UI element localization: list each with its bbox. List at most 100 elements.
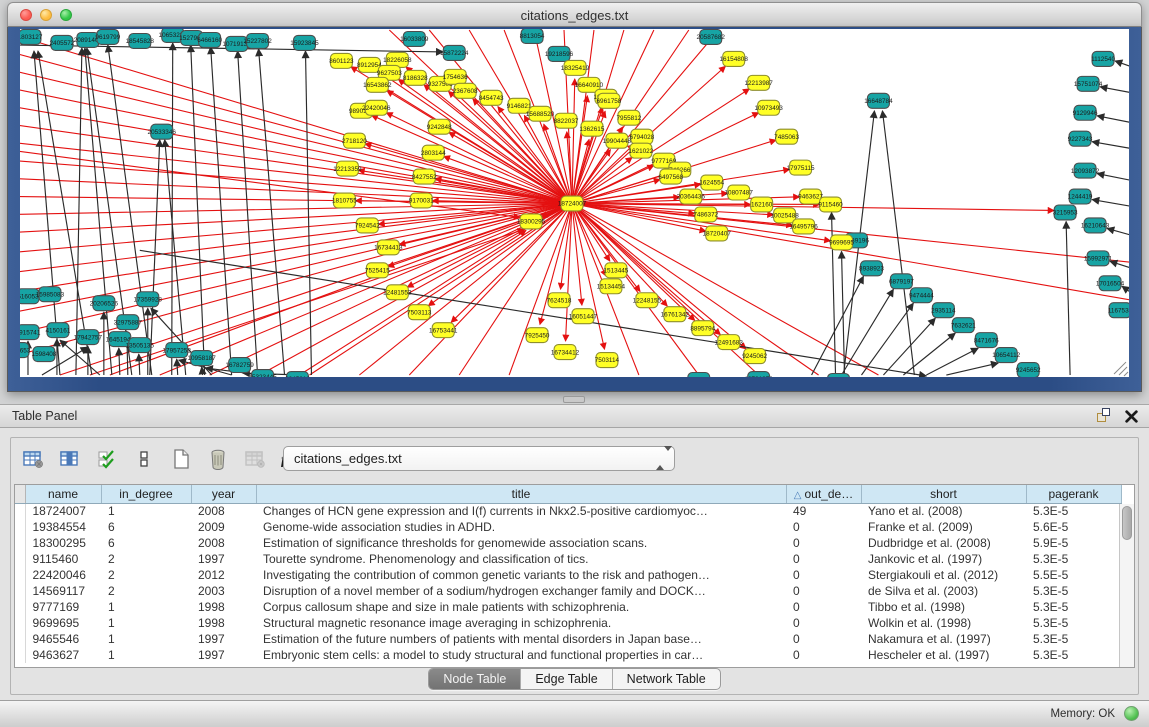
table-row[interactable]: 1456911722003Disruption of a novel membe… [15,583,1121,599]
table-tabs: Node TableEdge TableNetwork Table [428,668,720,690]
graph-edge [1115,61,1129,67]
table-cell: Hescheler et al. (1997) [861,647,1026,663]
network-table-selector[interactable]: citations_edges.txt [283,446,675,471]
table-settings-button[interactable] [19,445,47,473]
graph-edge [85,48,112,375]
table-row[interactable]: 969969511998Structural magnetic resonanc… [15,615,1121,631]
graph-node-label: 6879197 [889,278,914,285]
table-cell: Disruption of a novel member of a sodium… [256,583,786,599]
graph-node-label: 15985083 [36,291,65,298]
tab-network-table[interactable]: Network Table [613,669,720,689]
select-rows-button[interactable] [93,445,121,473]
tab-edge-table[interactable]: Edge Table [521,669,612,689]
column-header-name[interactable]: name [25,485,101,503]
column-header-year[interactable]: year [191,485,256,503]
column-header-pagerank[interactable]: pagerank [1026,485,1121,503]
float-panel-icon[interactable] [1096,408,1112,424]
graph-node-label: 162160 [751,202,773,209]
graph-node-label: 12481553 [383,289,412,296]
show-columns-button[interactable] [56,445,84,473]
column-header-short[interactable]: short [861,485,1026,503]
table-panel-group: f(x) citations_edges.txt namein_degreeye… [10,437,1139,695]
graph-node-label: 1810755 [332,198,357,205]
column-header-title[interactable]: title [256,485,786,503]
graph-edge [60,340,100,375]
table-cell: 9777169 [25,599,101,615]
graph-node-label: 20206526 [90,300,119,307]
graph-node-label: 9170031 [409,198,434,205]
graph-edge [1097,116,1129,123]
table-cell: Estimation of significance thresholds fo… [256,535,786,551]
graph-node-label: 1112540 [1091,56,1115,63]
table-vertical-scrollbar[interactable] [1119,504,1134,667]
graph-node-label: 2051653 [20,347,31,354]
table-row[interactable]: 1872400712008Changes of HCN gene express… [15,503,1121,519]
graph-node[interactable] [828,374,850,377]
table-row[interactable]: 2242004622012Investigating the contribut… [15,567,1121,583]
graph-edge [119,348,120,375]
graph-node-label: 1803127 [20,34,43,41]
table-row[interactable]: 946554611997Estimation of the future num… [15,631,1121,647]
graph-node-label: 1362615 [580,126,605,133]
graph-node-label: 18545828 [126,38,155,45]
memory-ok-indicator [1124,706,1139,721]
table-cell: 0 [786,551,861,567]
table-cell: 0 [786,599,861,615]
table-row[interactable]: 1830029562008Estimation of significance … [15,535,1121,551]
table-cell: 1 [101,599,191,615]
table-cell: 6 [101,519,191,535]
graph-node-label: 7955812 [616,115,641,122]
panel-resize-grip[interactable] [563,396,585,403]
graph-node-label: 12213359 [333,166,362,173]
graph-node-label: 2367608 [453,88,478,95]
graph-edge [20,89,572,204]
graph-node-label: 6794028 [629,134,654,141]
row-gutter-cell [15,631,25,647]
table-cell: 5.3E-5 [1026,551,1121,567]
graph-node-label: 7503114 [595,357,620,364]
graph-node-label: 1244419 [1068,194,1093,201]
graph-node-label: 16761342 [661,311,690,318]
table-cell: Dudbridge et al. (2008) [861,535,1026,551]
graph-node-label: 22420046 [362,105,391,112]
row-gutter-cell [15,535,25,551]
graph-node-label: 1513445 [604,268,629,275]
table-row[interactable]: 1938455462009Genome-wide association stu… [15,519,1121,535]
table-row[interactable]: 911546021997Tourette syndrome. Phenomeno… [15,551,1121,567]
close-panel-icon[interactable] [1124,409,1139,424]
graph-node-label: 8813054 [520,33,545,40]
graph-node-label: 15751074 [1074,81,1103,88]
graph-node-label: 18724007 [558,201,587,208]
window-titlebar[interactable]: citations_edges.txt [7,2,1142,27]
delete-table-button[interactable] [204,445,232,473]
graph-edge [1114,362,1126,374]
column-header-in_degree[interactable]: in_degree [101,485,191,503]
graph-node-label: 3915741 [20,329,41,336]
column-header-out_de[interactable]: △out_de… [786,485,861,503]
table-cell: Yano et al. (2008) [861,503,1026,519]
row-gutter-cell [15,551,25,567]
network-canvas[interactable]: 1803127240557220891406961979918545828106… [20,29,1129,377]
table-row[interactable]: 977716911998Corpus callosum shape and si… [15,599,1121,615]
graph-node-label: 15134454 [597,283,626,290]
tab-node-table[interactable]: Node Table [429,669,521,689]
graph-edge [76,48,82,375]
table-row[interactable]: 946362711997Embryonic stem cells: a mode… [15,647,1121,663]
graph-edge [1097,174,1129,181]
table-cell: 2003 [191,583,256,599]
combo-arrows-icon [656,451,666,467]
table-cell: 1997 [191,647,256,663]
import-table-button [241,445,269,473]
graph-edge [572,203,582,305]
table-tabs-bar: Node TableEdge TableNetwork Table [11,668,1138,690]
row-height-button[interactable] [130,445,158,473]
graph-node-label: 7624518 [547,297,572,304]
graph-node-label: 16782759 [225,362,254,369]
new-table-button[interactable] [167,445,195,473]
graph-node-label: 15688520 [526,111,555,118]
table-cell: 14569117 [25,583,101,599]
scrollbar-thumb[interactable] [1122,506,1132,540]
graph-node-label: 7503113 [407,309,432,316]
row-gutter-cell [15,519,25,535]
graph-edge [140,250,927,376]
